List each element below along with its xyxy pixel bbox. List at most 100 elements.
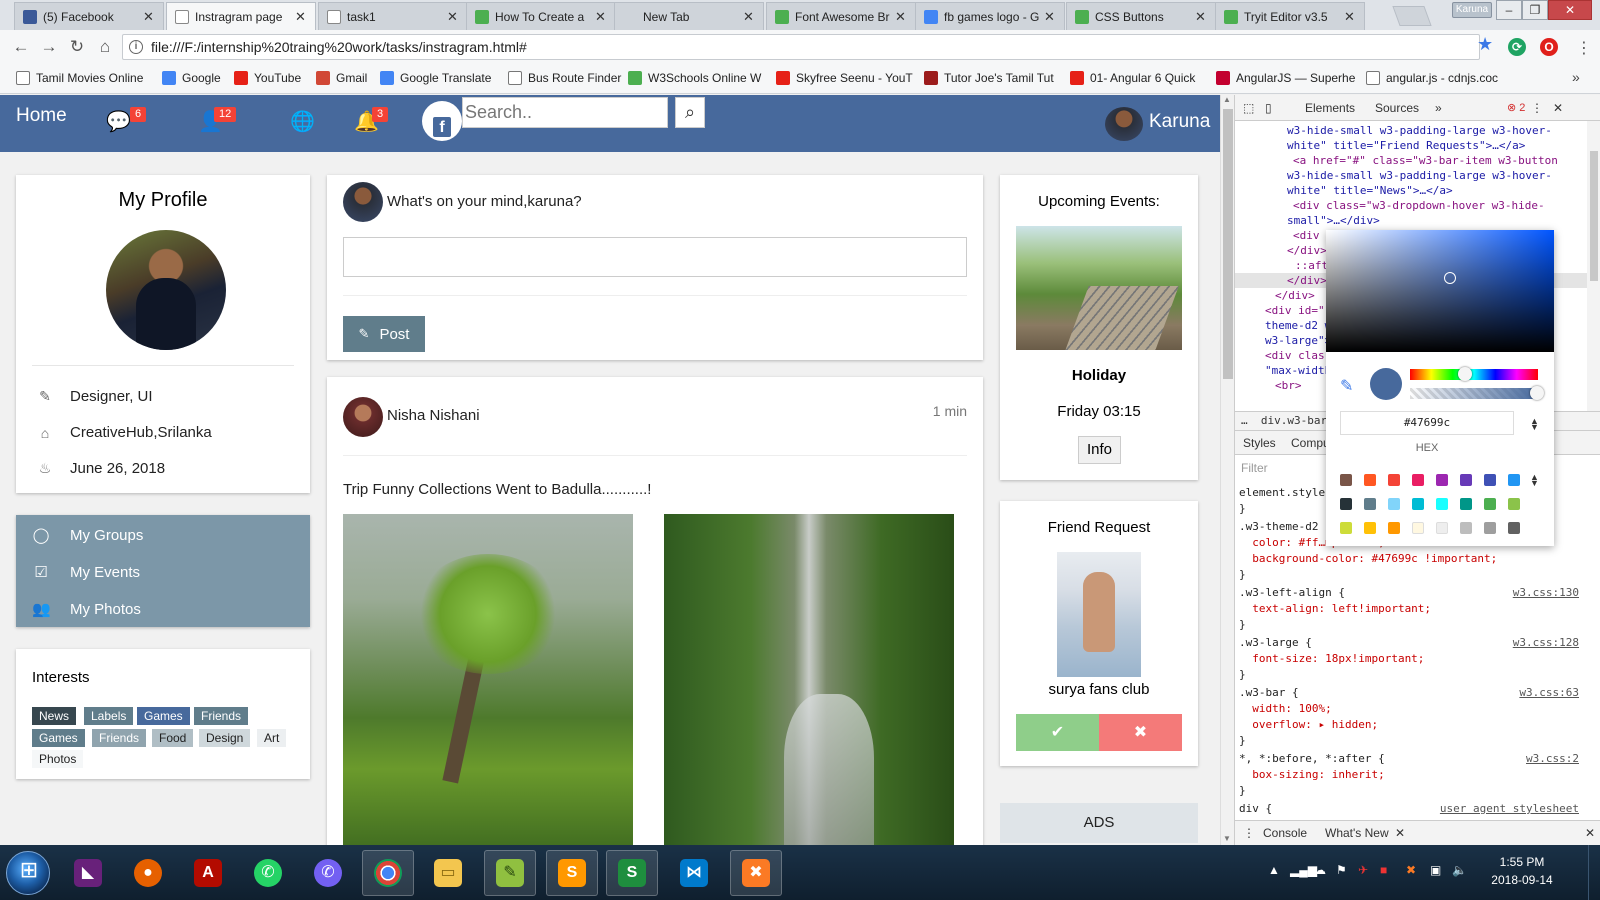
alpha-slider[interactable] [1410, 386, 1544, 400]
tab-close-icon[interactable]: ✕ [1344, 9, 1356, 25]
palette-swatch[interactable] [1460, 522, 1472, 534]
page-info-icon[interactable]: i [129, 40, 143, 54]
interest-tag[interactable]: Photos [32, 750, 84, 768]
post-photo-tea-tree[interactable] [343, 514, 633, 845]
css-declaration[interactable]: box-sizing: inherit; [1239, 768, 1384, 781]
menu-my-photos[interactable]: 👥 My Photos [32, 600, 141, 619]
page-scrollbar-thumb[interactable] [1223, 109, 1233, 379]
home-icon[interactable]: ⌂ [94, 36, 116, 58]
scroll-up-icon[interactable]: ▲ [1223, 95, 1231, 104]
alpha-slider-knob[interactable] [1530, 386, 1544, 400]
interest-tag[interactable]: Food [152, 729, 194, 747]
inspect-element-icon[interactable]: ⬚ [1243, 101, 1254, 115]
browser-tab[interactable]: (5) Facebook ✕ [14, 2, 164, 30]
tab-close-icon[interactable]: ✕ [295, 9, 307, 25]
styles-filter-input[interactable]: Filter [1241, 461, 1268, 475]
interest-tag[interactable]: Friends [92, 729, 147, 747]
maximize-window-icon[interactable]: ❐ [1522, 0, 1548, 20]
palette-swatch[interactable] [1460, 498, 1472, 510]
post-author-avatar[interactable] [343, 397, 383, 437]
bookmark-item[interactable]: Google Translate [380, 71, 491, 85]
saturation-value-area[interactable] [1326, 230, 1554, 352]
address-bar[interactable]: i file:///F:/internship%20traing%20work/… [122, 34, 1480, 60]
browser-profile-chip[interactable]: Karuna [1452, 2, 1492, 18]
dom-node-line[interactable]: white" title="News">…</a> [1287, 183, 1453, 198]
tab-styles[interactable]: Styles [1243, 436, 1276, 450]
app-tray-icon[interactable]: ■ [1380, 863, 1387, 877]
extension-green-icon[interactable]: ⟳ [1508, 38, 1526, 56]
sublime-text-icon[interactable]: S [546, 850, 598, 896]
hue-slider-knob[interactable] [1458, 367, 1472, 381]
eyedropper-icon[interactable]: ✎ [1340, 376, 1353, 396]
interest-tag[interactable]: Design [199, 729, 251, 747]
new-tab-button[interactable] [1392, 6, 1432, 26]
interest-tag[interactable]: News [32, 707, 77, 725]
palette-swatch[interactable] [1484, 498, 1496, 510]
viber-icon[interactable]: ✆ [302, 850, 354, 896]
xampp-icon[interactable]: ✖ [730, 850, 782, 896]
post-button[interactable]: ✎ Post [343, 316, 425, 352]
bookmark-item[interactable]: 01- Angular 6 Quick [1070, 71, 1195, 85]
more-bookmarks-icon[interactable]: » [1572, 69, 1580, 85]
dom-node-line[interactable]: <a href="#" class="w3-bar-item w3-button [1293, 153, 1558, 168]
bookmark-item[interactable]: AngularJS — Superhe [1216, 71, 1355, 85]
palette-swatch[interactable] [1340, 498, 1352, 510]
bookmark-item[interactable]: YouTube [234, 71, 301, 85]
palette-swatch[interactable] [1436, 498, 1448, 510]
tab-close-icon[interactable]: ✕ [143, 9, 155, 25]
file-explorer-icon[interactable]: ▭ [422, 850, 474, 896]
show-desktop-button[interactable] [1588, 845, 1600, 900]
forward-arrow-icon[interactable]: → [38, 36, 60, 58]
browser-tab[interactable]: Font Awesome Br ✕ [766, 2, 916, 30]
palette-swatch[interactable] [1388, 474, 1400, 486]
hex-value-input[interactable]: #47699c [1340, 411, 1514, 435]
bookmark-item[interactable]: Tamil Movies Online [16, 71, 143, 85]
bookmark-item[interactable]: Gmail [316, 71, 367, 85]
palette-swatch[interactable] [1388, 522, 1400, 534]
nav-search-input[interactable]: Search.. [462, 97, 668, 128]
css-declaration[interactable]: font-size: 18px!important; [1239, 652, 1424, 665]
menu-my-groups[interactable]: ◯ My Groups [32, 526, 144, 545]
scroll-down-icon[interactable]: ▼ [1223, 834, 1231, 843]
tab-console[interactable]: Console [1263, 826, 1307, 840]
menu-my-events[interactable]: ☑ My Events [32, 563, 140, 582]
tab-elements[interactable]: Elements [1305, 101, 1355, 115]
tab-close-icon[interactable]: ✕ [595, 9, 607, 25]
more-tabs-icon[interactable]: » [1435, 101, 1442, 115]
nav-home-link[interactable]: Home [16, 105, 67, 127]
devtools-menu-icon[interactable]: ⋮ [1531, 101, 1543, 115]
reload-icon[interactable]: ↻ [66, 36, 88, 58]
interest-tag[interactable]: Art [257, 729, 287, 747]
volume-icon[interactable]: 🔈 [1452, 863, 1467, 877]
dom-node-line[interactable]: white" title="Friend Requests">…</a> [1287, 138, 1525, 153]
palette-swatch[interactable] [1436, 474, 1448, 486]
devtools-close-icon[interactable]: ✕ [1553, 101, 1563, 115]
browser-tab[interactable]: Tryit Editor v3.5 ✕ [1215, 2, 1365, 30]
display-icon[interactable]: ▣ [1430, 863, 1441, 877]
tray-expand-icon[interactable]: ▲ [1268, 863, 1280, 877]
interest-tag[interactable]: Games [32, 729, 85, 747]
firefox-icon[interactable]: ● [122, 850, 174, 896]
css-source-link[interactable]: w3.css:2 [1526, 751, 1579, 767]
hue-slider[interactable] [1410, 367, 1538, 381]
bookmark-item[interactable]: Tutor Joe's Tamil Tut [924, 71, 1054, 85]
tab-close-icon[interactable]: ✕ [447, 9, 459, 25]
close-drawer-icon[interactable]: ✕ [1585, 826, 1595, 840]
nav-globe-icon[interactable]: 🌐 [290, 109, 315, 134]
format-toggle-icon[interactable]: ▲ ▼ [1530, 417, 1539, 432]
tab-close-icon[interactable]: ✕ [895, 9, 907, 25]
composer-input[interactable] [343, 237, 967, 277]
sheets-app-icon[interactable]: S [606, 850, 658, 896]
tab-sources[interactable]: Sources [1375, 101, 1419, 115]
dom-node-line[interactable]: small">…</div> [1287, 213, 1380, 228]
nav-user-name[interactable]: Karuna [1149, 111, 1210, 133]
nav-user-avatar[interactable] [1105, 107, 1143, 141]
palette-swatch[interactable] [1340, 474, 1352, 486]
bookmark-item[interactable]: Bus Route Finder [508, 71, 621, 85]
css-source-link[interactable]: user agent stylesheet [1440, 801, 1579, 817]
close-whats-new-icon[interactable]: ✕ [1395, 826, 1405, 840]
post-author-name[interactable]: Nisha Nishani [387, 407, 480, 424]
tab-close-icon[interactable]: ✕ [743, 9, 755, 25]
browser-tab[interactable]: CSS Buttons ✕ [1066, 2, 1216, 30]
browser-tab[interactable]: task1 ✕ [318, 2, 468, 30]
